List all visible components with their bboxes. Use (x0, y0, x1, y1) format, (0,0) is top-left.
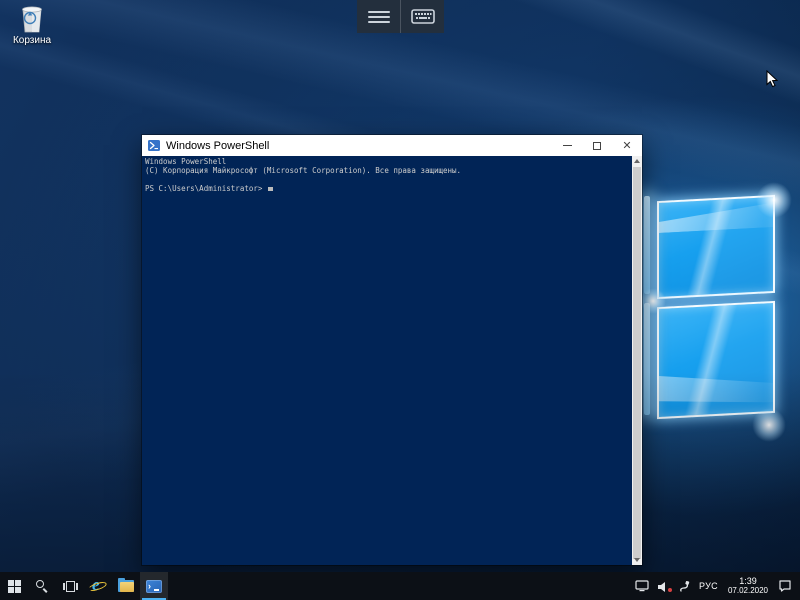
connector-tray-button[interactable] (675, 572, 695, 600)
taskbar-item-file-explorer[interactable] (112, 572, 140, 600)
volume-tray-button[interactable] (653, 572, 675, 600)
console-scrollbar[interactable] (632, 156, 642, 565)
scroll-down-button[interactable] (632, 555, 642, 565)
logo-upper-pane (657, 195, 775, 299)
scroll-up-button[interactable] (632, 156, 642, 166)
scroll-down-icon (634, 558, 640, 562)
maximize-icon (593, 142, 601, 150)
console-cursor (268, 187, 273, 191)
console-line: Windows PowerShell (145, 157, 628, 166)
keyboard-icon (411, 9, 435, 24)
language-label: РУС (699, 581, 718, 591)
clock[interactable]: 1:39 07.02.2020 (722, 572, 774, 600)
action-center-icon (778, 580, 792, 592)
vm-console-toolbar (357, 0, 444, 33)
taskbar-item-internet-explorer[interactable]: e (84, 572, 112, 600)
logo-glow-dot (752, 408, 786, 442)
menu-button[interactable] (357, 0, 400, 33)
logo-glow-dot (756, 182, 792, 218)
ie-icon: e (89, 577, 107, 595)
scrollbar-thumb[interactable] (633, 167, 641, 559)
connector-icon (679, 580, 691, 593)
powershell-titlebar-icon (148, 140, 160, 151)
window-title: Windows PowerShell (166, 140, 552, 152)
recycle-bin-icon (17, 3, 47, 34)
powershell-icon: › (146, 580, 162, 593)
window-controls: ✕ (552, 135, 642, 156)
recycle-bin-shortcut[interactable]: Корзина (4, 3, 60, 46)
logo-lower-pane (657, 301, 775, 419)
search-button[interactable] (28, 572, 56, 600)
search-icon (35, 579, 49, 593)
console-line (145, 175, 628, 184)
taskbar-item-powershell[interactable]: › (140, 572, 168, 600)
powershell-window[interactable]: Windows PowerShell ✕ Windows PowerShell … (142, 135, 642, 565)
clock-time: 1:39 (739, 576, 757, 586)
close-icon: ✕ (622, 140, 631, 151)
network-tray-button[interactable] (631, 572, 653, 600)
light-ray (423, 0, 800, 105)
folder-icon (118, 580, 134, 592)
console-prompt: PS C:\Users\Administrator> (145, 184, 267, 193)
minimize-icon (563, 145, 572, 146)
console-line: (C) Корпорация Майкрософт (Microsoft Cor… (145, 166, 628, 175)
windows-logo-icon (8, 580, 21, 593)
minimize-button[interactable] (552, 135, 582, 156)
language-indicator[interactable]: РУС (695, 572, 722, 600)
task-view-button[interactable] (56, 572, 84, 600)
task-view-icon (63, 581, 78, 592)
clock-date: 07.02.2020 (728, 586, 768, 596)
close-button[interactable]: ✕ (612, 135, 642, 156)
network-icon (635, 580, 649, 592)
logo-glow-bar (644, 196, 650, 294)
console-output[interactable]: Windows PowerShell (C) Корпорация Майкро… (142, 156, 642, 565)
logo-glow-dot (640, 288, 666, 314)
muted-badge (667, 587, 673, 593)
maximize-button[interactable] (582, 135, 612, 156)
system-tray: РУС 1:39 07.02.2020 (631, 572, 800, 600)
virtual-keyboard-button[interactable] (400, 0, 444, 33)
console-prompt-line[interactable]: PS C:\Users\Administrator> (145, 184, 628, 193)
start-button[interactable] (0, 572, 28, 600)
hamburger-menu-icon (368, 8, 390, 26)
taskbar: e › (0, 572, 800, 600)
scroll-up-icon (634, 159, 640, 163)
taskbar-buttons: e › (0, 572, 168, 600)
recycle-bin-label: Корзина (4, 35, 60, 46)
action-center-button[interactable] (774, 572, 796, 600)
logo-glow-bar (644, 303, 650, 415)
window-titlebar[interactable]: Windows PowerShell ✕ (142, 135, 642, 156)
